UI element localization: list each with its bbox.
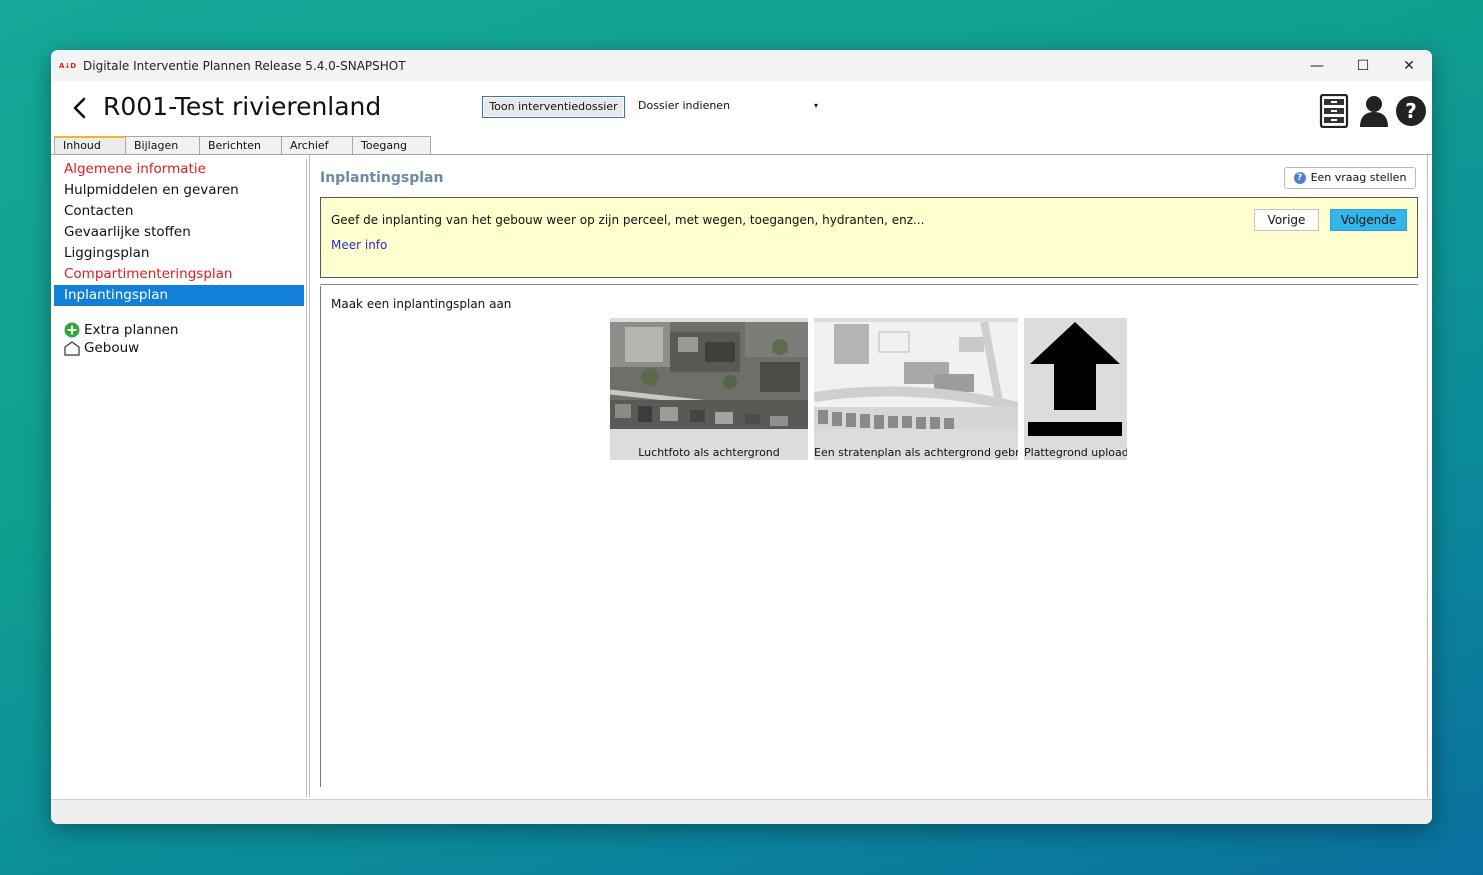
toon-interventiedossier-button[interactable]: Toon interventiedossier <box>482 96 625 118</box>
sidebar-item-inplantingsplan[interactable]: Inplantingsplan <box>54 285 304 306</box>
building-icon <box>64 341 80 356</box>
dossier-header: R001-Test rivierenland Toon interventied… <box>51 81 1432 136</box>
create-plan-label: Maak een inplantingsplan aan <box>331 297 512 311</box>
sidebar: Algemene informatie Hulpmiddelen en geva… <box>54 159 307 797</box>
street-map-label: Een stratenplan als achtergrond gebruike… <box>814 446 1018 459</box>
volgende-button[interactable]: Volgende <box>1330 209 1407 231</box>
help-icon[interactable]: ? <box>1395 94 1427 128</box>
street-map-tile[interactable]: Een stratenplan als achtergrond gebruike… <box>814 318 1018 460</box>
maximize-button[interactable]: ☐ <box>1340 50 1386 81</box>
chevron-down-icon: ▾ <box>813 101 818 110</box>
upload-floorplan-tile[interactable]: Plattegrond uploaden <box>1024 318 1127 460</box>
tab-berichten[interactable]: Berichten <box>199 136 282 154</box>
tab-toegang[interactable]: Toegang <box>352 136 431 154</box>
back-arrow-icon[interactable] <box>70 95 90 121</box>
status-bar <box>51 799 1432 824</box>
content-border-left <box>309 155 310 797</box>
een-vraag-stellen-button[interactable]: ? Een vraag stellen <box>1284 167 1416 189</box>
close-button[interactable]: ✕ <box>1386 50 1432 81</box>
vraag-button-label: Een vraag stellen <box>1310 171 1407 184</box>
tab-divider <box>51 154 1432 155</box>
tab-bijlagen[interactable]: Bijlagen <box>125 136 200 154</box>
sidebar-extra: Extra plannen Gebouw <box>54 321 306 357</box>
app-window: A↓D Digitale Interventie Plannen Release… <box>51 50 1432 824</box>
aerial-photo-label: Luchtfoto als achtergrond <box>638 446 780 459</box>
dossier-select-value: Dossier indienen <box>638 99 731 112</box>
tab-inhoud[interactable]: Inhoud <box>54 136 126 154</box>
content-border-right <box>1427 155 1428 797</box>
window-title: Digitale Interventie Plannen Release 5.4… <box>83 58 406 73</box>
minimize-button[interactable]: — <box>1294 50 1340 81</box>
vorige-button[interactable]: Vorige <box>1254 209 1319 231</box>
upload-floorplan-label: Plattegrond uploaden <box>1024 446 1127 459</box>
section-title: Inplantingsplan <box>320 170 444 186</box>
info-box: Geef de inplanting van het gebouw weer o… <box>320 197 1418 278</box>
content-separator <box>320 284 1418 285</box>
tab-archief[interactable]: Archief <box>281 136 353 154</box>
add-circle-icon <box>64 322 80 338</box>
sidebar-item-compartimenteringsplan[interactable]: Compartimenteringsplan <box>54 264 306 285</box>
aerial-photo-thumbnail <box>610 322 808 429</box>
meer-info-link[interactable]: Meer info <box>331 238 387 252</box>
sidebar-item-contacten[interactable]: Contacten <box>54 201 306 222</box>
sidebar-item-gevaarlijke-stoffen[interactable]: Gevaarlijke stoffen <box>54 222 306 243</box>
aerial-photo-tile[interactable]: Luchtfoto als achtergrond <box>610 318 808 460</box>
sidebar-item-liggingsplan[interactable]: Liggingsplan <box>54 243 306 264</box>
question-icon: ? <box>1293 172 1306 184</box>
title-bar: A↓D Digitale Interventie Plannen Release… <box>51 50 1432 81</box>
gebouw-label: Gebouw <box>84 340 140 356</box>
content-left-line <box>320 286 321 787</box>
cabinet-icon[interactable] <box>1318 94 1350 128</box>
upload-icon <box>1028 322 1122 436</box>
sidebar-item-hulpmiddelen-en-gevaren[interactable]: Hulpmiddelen en gevaren <box>54 180 306 201</box>
app-logo-icon: A↓D <box>59 61 77 70</box>
street-map-thumbnail <box>814 322 1018 429</box>
info-text: Geef de inplanting van het gebouw weer o… <box>331 213 925 227</box>
dossier-title: R001-Test rivierenland <box>103 92 382 121</box>
sidebar-item-gebouw[interactable]: Gebouw <box>54 339 306 357</box>
user-icon[interactable] <box>1358 94 1390 128</box>
sidebar-item-extra-plannen[interactable]: Extra plannen <box>54 321 306 339</box>
extra-plannen-label: Extra plannen <box>84 322 179 338</box>
sidebar-item-algemene-informatie[interactable]: Algemene informatie <box>54 159 306 180</box>
window-controls: — ☐ ✕ <box>1294 50 1432 81</box>
dossier-action-select[interactable]: Dossier indienen ▾ <box>631 96 818 116</box>
main-tabs: Inhoud Bijlagen Berichten Archief Toegan… <box>54 136 431 155</box>
svg-text:?: ? <box>1405 99 1417 123</box>
